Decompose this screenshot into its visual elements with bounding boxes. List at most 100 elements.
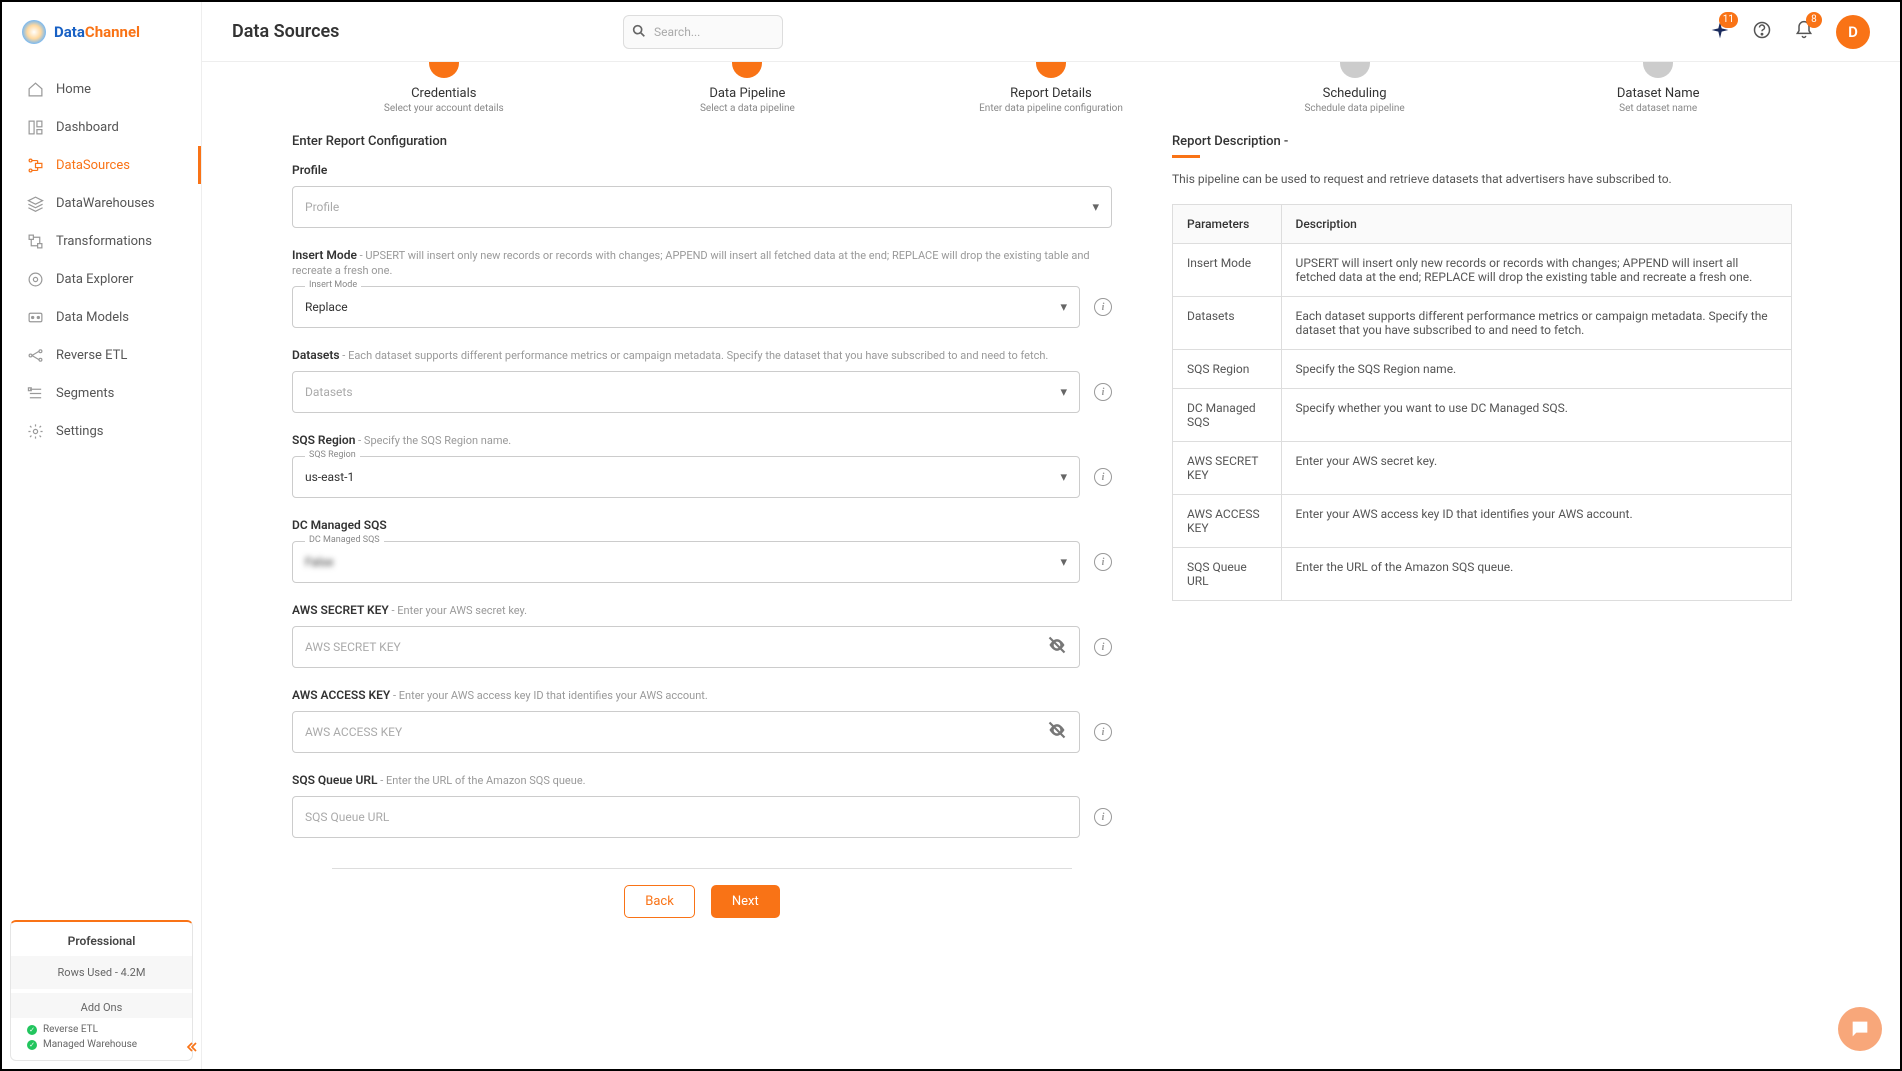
sidebar-item-explorer[interactable]: Data Explorer	[2, 260, 201, 298]
eye-off-icon[interactable]	[1047, 635, 1067, 659]
check-icon: ✓	[27, 1025, 37, 1035]
sidebar-item-label: Data Explorer	[56, 272, 133, 287]
plan-rows-used: Rows Used - 4.2M	[11, 956, 192, 989]
step-credentials[interactable]: Credentials Select your account details	[292, 62, 596, 114]
info-icon[interactable]: i	[1094, 383, 1112, 401]
logo[interactable]: DataChannel	[2, 2, 201, 62]
field-aws-access: AWS ACCESS KEY - Enter your AWS access k…	[292, 688, 1112, 753]
chevron-down-icon: ▾	[1092, 200, 1099, 215]
sidebar-item-label: Segments	[56, 386, 114, 401]
info-icon[interactable]: i	[1094, 638, 1112, 656]
layers-icon	[26, 194, 44, 212]
info-icon[interactable]: i	[1094, 298, 1112, 316]
field-insert-mode: Insert Mode - UPSERT will insert only ne…	[292, 248, 1112, 328]
home-icon	[26, 80, 44, 98]
sidebar-item-datasources[interactable]: DataSources	[2, 146, 201, 184]
main: Credentials Select your account details …	[202, 62, 1900, 1069]
stepper: Credentials Select your account details …	[232, 62, 1870, 134]
datasets-select[interactable]: Datasets ▾	[292, 371, 1080, 413]
sidebar-item-home[interactable]: Home	[2, 70, 201, 108]
chat-fab[interactable]	[1838, 1007, 1882, 1051]
divider	[332, 868, 1072, 869]
step-pipeline[interactable]: Data Pipeline Select a data pipeline	[596, 62, 900, 114]
sidebar-item-reverse-etl[interactable]: Reverse ETL	[2, 336, 201, 374]
step-circle-icon	[1340, 62, 1370, 78]
help-button[interactable]	[1752, 20, 1772, 44]
sidebar-item-dashboard[interactable]: Dashboard	[2, 108, 201, 146]
back-button[interactable]: Back	[624, 885, 695, 918]
step-circle-icon	[1643, 62, 1673, 78]
sidebar-item-transformations[interactable]: Transformations	[2, 222, 201, 260]
step-scheduling[interactable]: Scheduling Schedule data pipeline	[1203, 62, 1507, 114]
profile-select[interactable]: Profile ▾	[292, 186, 1112, 228]
bell-notifications[interactable]: 8	[1794, 20, 1814, 44]
chevron-down-icon: ▾	[1060, 555, 1067, 570]
badge: 11	[1719, 12, 1738, 28]
transform-icon	[26, 232, 44, 250]
table-row: Insert ModeUPSERT will insert only new r…	[1173, 244, 1792, 297]
logo-text: DataChannel	[54, 23, 140, 41]
sidebar-item-models[interactable]: Data Models	[2, 298, 201, 336]
reverse-etl-icon	[26, 346, 44, 364]
sidebar-item-settings[interactable]: Settings	[2, 412, 201, 450]
field-dc-managed-sqs: DC Managed SQS DC Managed SQS False ▾ i	[292, 518, 1112, 583]
nav: Home Dashboard DataSources DataWarehouse…	[2, 62, 201, 920]
next-button[interactable]: Next	[711, 885, 780, 918]
addon-row: ✓Managed Warehouse	[19, 1037, 184, 1052]
header: Data Sources Search... 11 8 D	[202, 2, 1900, 62]
sidebar-item-label: Settings	[56, 424, 103, 439]
eye-off-icon[interactable]	[1047, 720, 1067, 744]
sidebar: DataChannel Home Dashboard DataSources D…	[2, 2, 202, 1069]
chevron-down-icon: ▾	[1060, 300, 1067, 315]
dashboard-icon	[26, 118, 44, 136]
report-desc-text: This pipeline can be used to request and…	[1172, 172, 1792, 186]
sidebar-item-label: Dashboard	[56, 120, 119, 135]
avatar[interactable]: D	[1836, 15, 1870, 49]
gear-icon	[26, 422, 44, 440]
sidebar-item-label: DataSources	[56, 158, 130, 173]
info-icon[interactable]: i	[1094, 553, 1112, 571]
step-dataset-name[interactable]: Dataset Name Set dataset name	[1506, 62, 1810, 114]
search-input[interactable]: Search...	[623, 15, 783, 49]
aws-secret-input[interactable]: AWS SECRET KEY	[292, 626, 1080, 668]
insert-mode-select[interactable]: Insert Mode Replace ▾	[292, 286, 1080, 328]
info-icon[interactable]: i	[1094, 723, 1112, 741]
check-icon: ✓	[27, 1040, 37, 1050]
sidebar-item-label: Home	[56, 82, 91, 97]
sidebar-item-warehouses[interactable]: DataWarehouses	[2, 184, 201, 222]
segments-icon	[26, 384, 44, 402]
search-icon	[631, 23, 647, 43]
form-heading: Enter Report Configuration	[292, 134, 1112, 149]
plan-addons-title: Add Ons	[11, 993, 192, 1018]
info-icon[interactable]: i	[1094, 468, 1112, 486]
chevron-down-icon: ▾	[1060, 385, 1067, 400]
chevron-down-icon: ▾	[1060, 470, 1067, 485]
step-circle-icon	[1036, 62, 1066, 78]
field-profile: Profile Profile ▾	[292, 163, 1112, 228]
parameters-table: ParametersDescription Insert ModeUPSERT …	[1172, 204, 1792, 601]
sidebar-item-label: Data Models	[56, 310, 129, 325]
page-title: Data Sources	[232, 21, 339, 42]
sqs-region-select[interactable]: SQS Region us-east-1 ▾	[292, 456, 1080, 498]
heading-underline	[1172, 155, 1200, 158]
field-aws-secret: AWS SECRET KEY - Enter your AWS secret k…	[292, 603, 1112, 668]
sidebar-item-segments[interactable]: Segments	[2, 374, 201, 412]
sidebar-item-label: Reverse ETL	[56, 348, 127, 363]
step-circle-icon	[732, 62, 762, 78]
step-report-details[interactable]: Report Details Enter data pipeline confi…	[899, 62, 1203, 114]
table-header: Description	[1281, 205, 1791, 244]
sparkle-notifications[interactable]: 11	[1710, 20, 1730, 44]
field-sqs-region: SQS Region - Specify the SQS Region name…	[292, 433, 1112, 498]
addon-row: ✓Reverse ETL	[19, 1022, 184, 1037]
sqs-queue-url-input[interactable]: SQS Queue URL	[292, 796, 1080, 838]
badge: 8	[1806, 12, 1822, 28]
dc-managed-sqs-select[interactable]: DC Managed SQS False ▾	[292, 541, 1080, 583]
explorer-icon	[26, 270, 44, 288]
table-row: SQS RegionSpecify the SQS Region name.	[1173, 350, 1792, 389]
table-row: AWS ACCESS KEYEnter your AWS access key …	[1173, 495, 1792, 548]
search-wrap: Search...	[623, 15, 783, 49]
info-icon[interactable]: i	[1094, 808, 1112, 826]
aws-access-input[interactable]: AWS ACCESS KEY	[292, 711, 1080, 753]
description-column: Report Description - This pipeline can b…	[1172, 134, 1792, 938]
field-sqs-queue-url: SQS Queue URL - Enter the URL of the Ama…	[292, 773, 1112, 838]
